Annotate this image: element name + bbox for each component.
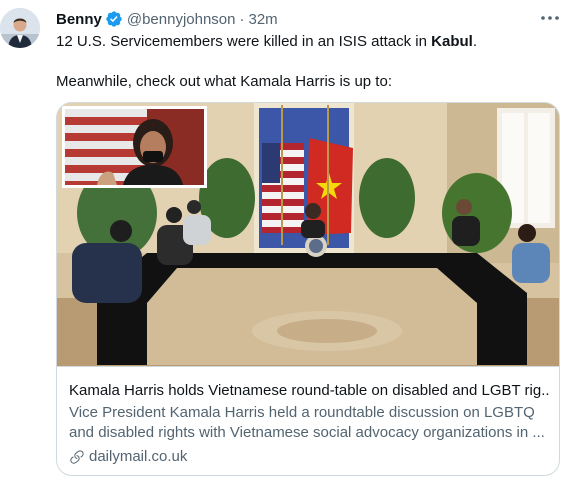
timestamp[interactable]: 32m [248, 11, 277, 28]
tweet[interactable]: Benny @bennyjohnson · 32m 12 U.S. Servic… [0, 0, 572, 480]
card-description: Vice President Kamala Harris held a roun… [69, 403, 549, 443]
card-image[interactable] [57, 103, 559, 366]
tweet-text-part2: . [472, 33, 477, 50]
card-title[interactable]: Kamala Harris holds Vietnamese round-tab… [69, 381, 549, 401]
card-domain[interactable]: dailymail.co.uk [69, 447, 187, 467]
card-description-line2: and disabled rights with Vietnamese soci… [69, 424, 545, 441]
separator-dot: · [239, 10, 245, 28]
tweet-header: Benny @bennyjohnson · 32m [56, 9, 278, 29]
more-options-icon[interactable] [538, 8, 562, 28]
link-icon [69, 449, 85, 465]
card-body[interactable]: Kamala Harris holds Vietnamese round-tab… [57, 366, 559, 475]
tweet-text-line2: Meanwhile, check out what Kamala Harris … [56, 73, 392, 90]
author-handle[interactable]: @bennyjohnson [127, 11, 236, 28]
tweet-text-line1: 12 U.S. Servicemembers were killed in an… [56, 32, 556, 52]
tweet-text: 12 U.S. Servicemembers were killed in an… [56, 32, 556, 92]
avatar[interactable] [0, 8, 40, 48]
tweet-text-part1: 12 U.S. Servicemembers were killed in an… [56, 33, 432, 50]
link-card[interactable]: Kamala Harris holds Vietnamese round-tab… [56, 102, 560, 476]
card-domain-text[interactable]: dailymail.co.uk [89, 447, 187, 467]
card-description-line1: Vice President Kamala Harris held a roun… [69, 404, 535, 421]
tweet-text-bold: Kabul [431, 33, 473, 50]
verified-badge-icon [105, 10, 123, 28]
author-name[interactable]: Benny [56, 11, 102, 28]
